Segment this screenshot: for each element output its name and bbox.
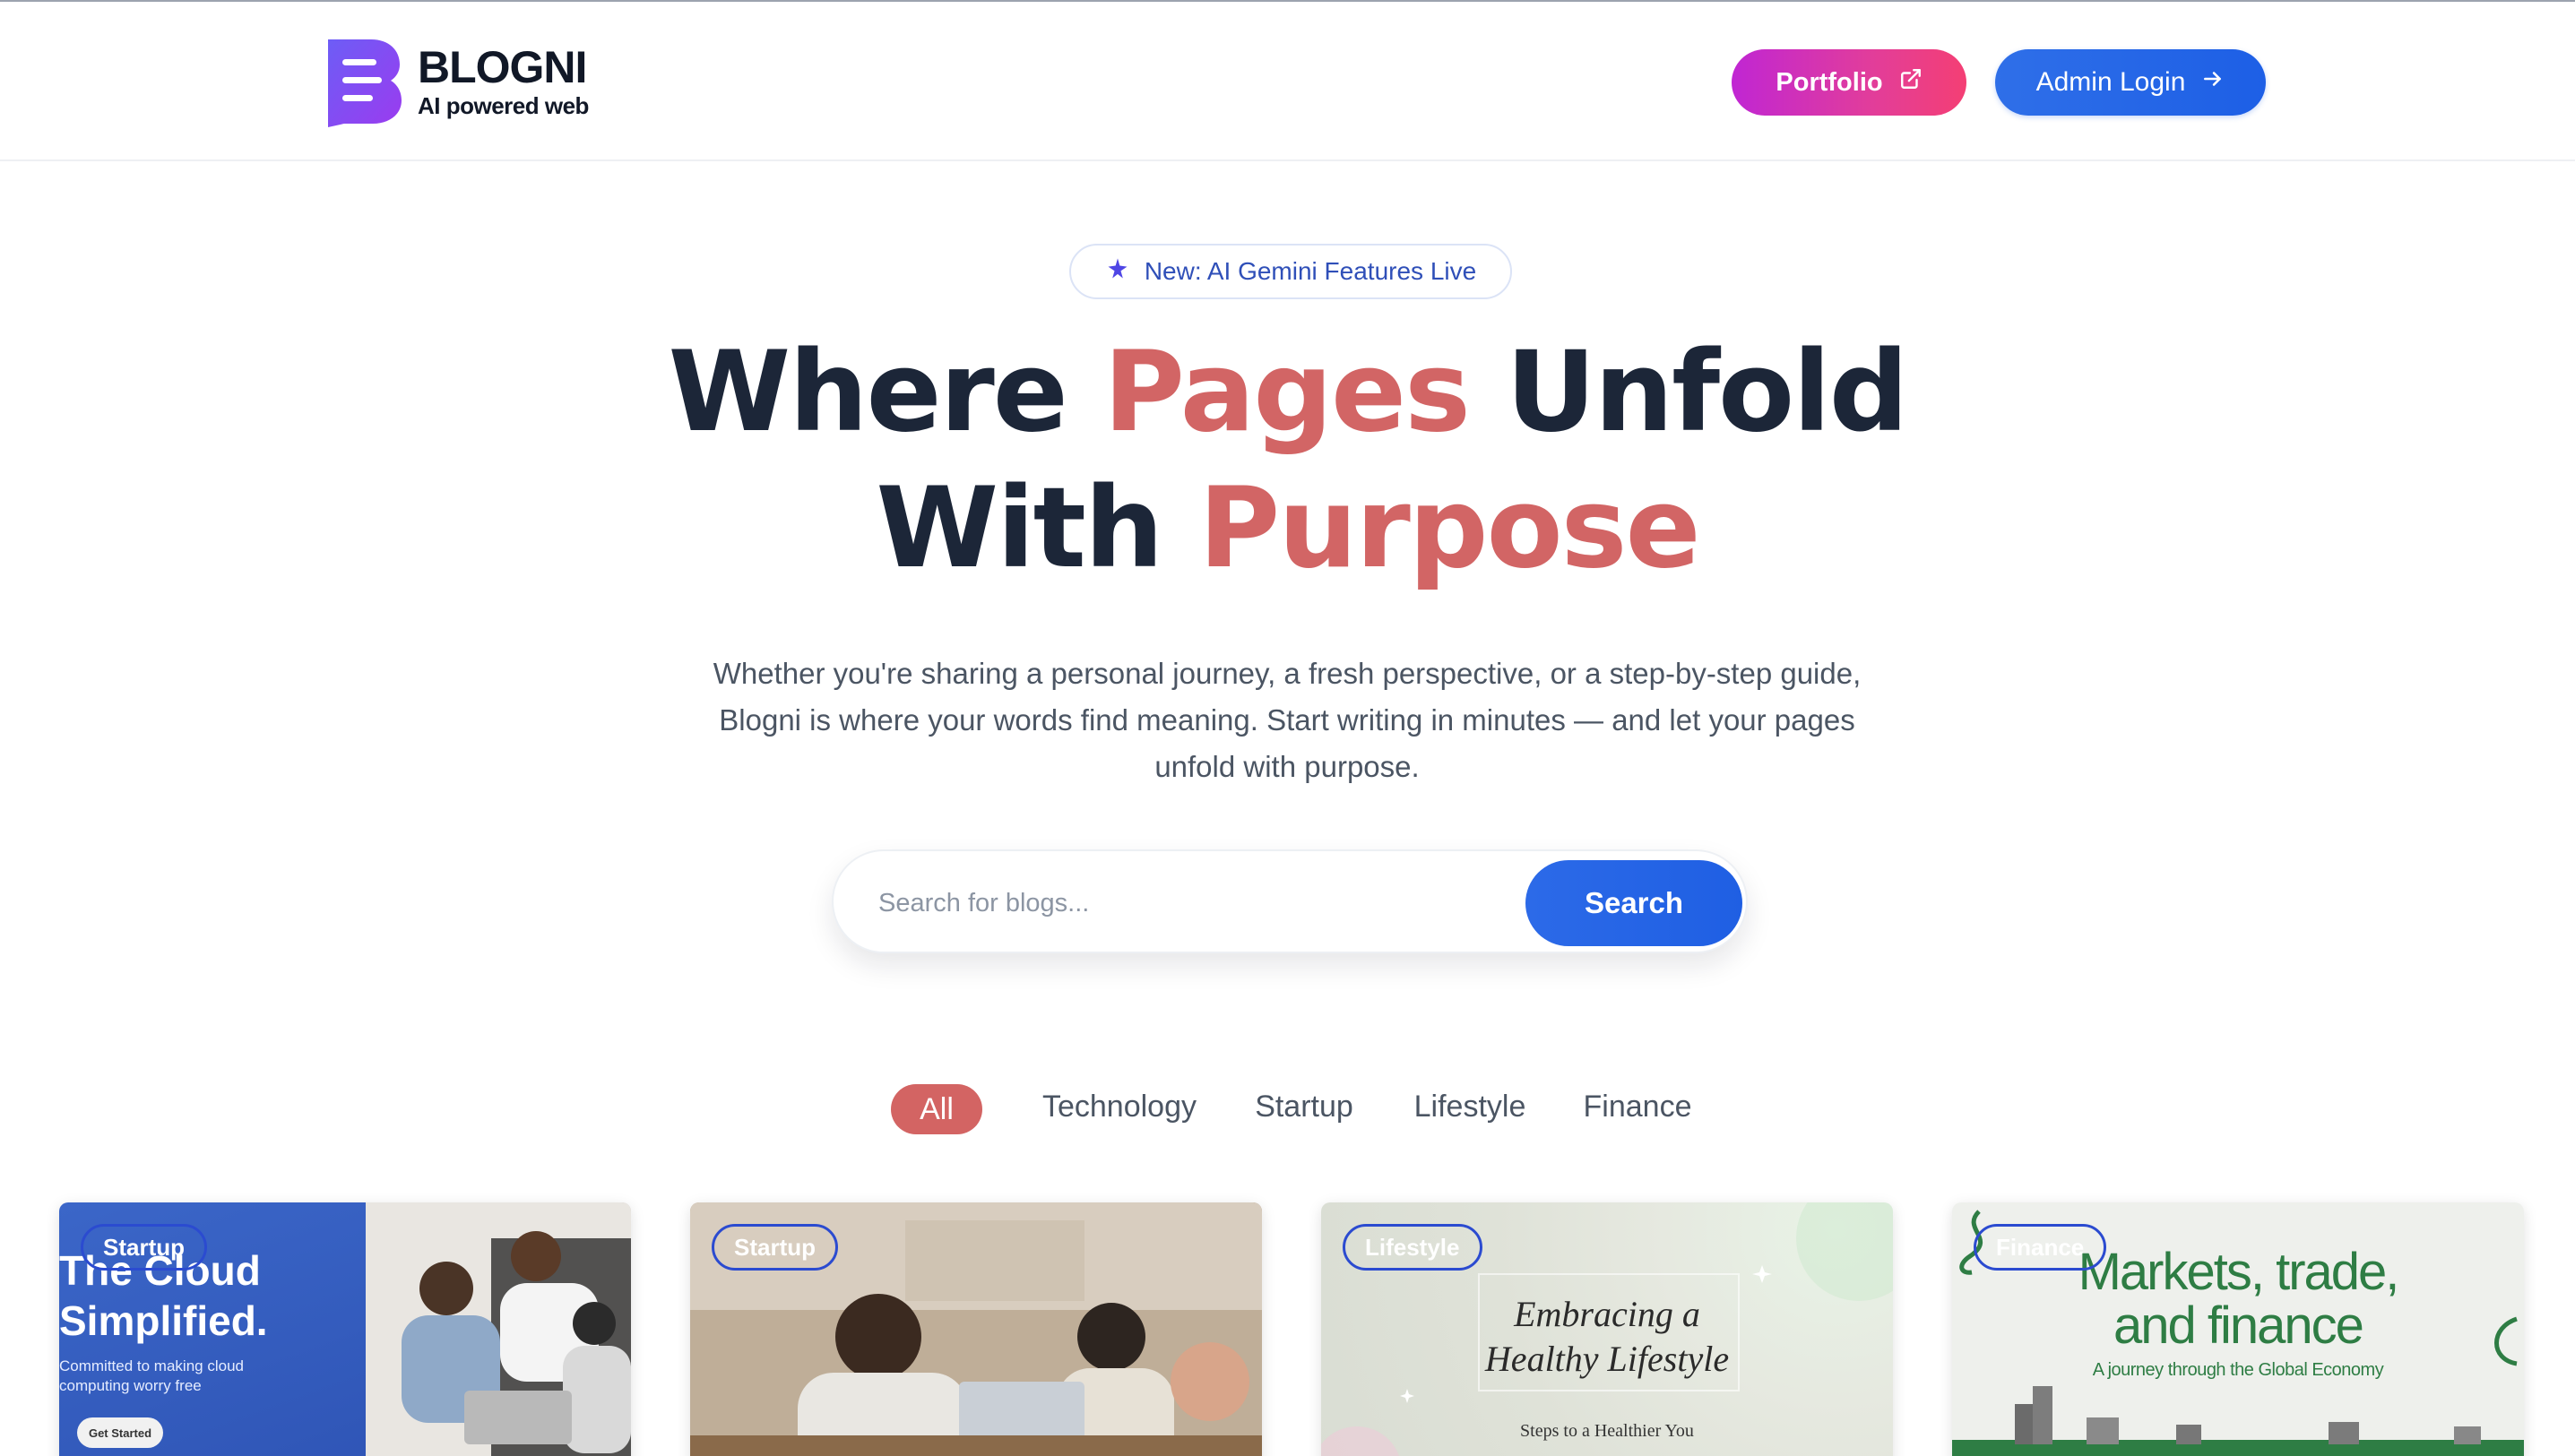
- portfolio-label: Portfolio: [1776, 67, 1883, 97]
- search-input[interactable]: [878, 878, 1506, 928]
- category-tabs: All Technology Startup Lifestyle Finance: [0, 1081, 2575, 1134]
- card-category-badge: Finance: [1974, 1224, 2107, 1271]
- sparkle-icon: [1105, 256, 1130, 288]
- hero-title: Where Pages Unfold With Purpose: [0, 324, 2575, 597]
- card-image-subtitle: Steps to a Healthier You: [1520, 1421, 1694, 1441]
- hero-title-word: Unfold: [1468, 328, 1908, 457]
- portfolio-button[interactable]: Portfolio: [1732, 49, 1966, 116]
- blog-card[interactable]: Embracing a Healthy Lifestyle Steps to a…: [1321, 1202, 1893, 1456]
- brand-logo[interactable]: BLOGNI AI powered web: [324, 36, 589, 127]
- hero-subtitle-line: Whether you're sharing a personal journe…: [713, 657, 1862, 690]
- admin-login-label: Admin Login: [2035, 67, 2186, 97]
- card-image-title-line: Embracing a: [1514, 1294, 1700, 1334]
- card-image-title-line: Simplified.: [59, 1297, 268, 1344]
- card-category-badge: Startup: [81, 1224, 207, 1271]
- blog-card[interactable]: Startup: [690, 1202, 1262, 1456]
- search-button[interactable]: Search: [1525, 860, 1742, 946]
- announcement-text: New: AI Gemini Features Live: [1144, 257, 1477, 285]
- tab-finance[interactable]: Finance: [1579, 1081, 1696, 1133]
- card-image-title-line: Markets, trade,: [2078, 1243, 2400, 1301]
- brand-tagline: AI powered web: [418, 92, 589, 119]
- hero-subtitle-line: unfold with purpose.: [1154, 750, 1420, 783]
- hero-title-word: Where: [668, 328, 1104, 457]
- blogni-logo-icon: [324, 36, 402, 127]
- tab-lifestyle[interactable]: Lifestyle: [1407, 1081, 1533, 1133]
- blog-card[interactable]: The Cloud Simplified. Committed to makin…: [59, 1202, 631, 1456]
- external-link-icon: [1899, 67, 1923, 98]
- hero-subtitle-line: Blogni is where your words find meaning.…: [719, 703, 1855, 737]
- card-image-subtitle-line: Committed to making cloud: [59, 1357, 244, 1374]
- card-image-subtitle-line: computing worry free: [59, 1377, 202, 1394]
- tab-startup[interactable]: Startup: [1251, 1081, 1357, 1133]
- search-bar: Search: [832, 849, 1748, 953]
- blog-card[interactable]: Markets, trade, and finance A journey th…: [1952, 1202, 2524, 1456]
- team-photo: [366, 1202, 631, 1456]
- card-image-title-line: Healthy Lifestyle: [1484, 1339, 1730, 1379]
- card-image-subtitle: Committed to making cloud computing worr…: [59, 1357, 292, 1396]
- tab-all[interactable]: All: [891, 1084, 982, 1134]
- card-image-subtitle: A journey through the Global Economy: [2092, 1360, 2384, 1380]
- card-image-title-line: and finance: [2113, 1297, 2364, 1355]
- announcement-badge[interactable]: New: AI Gemini Features Live: [1069, 244, 1512, 299]
- hero-title-accent: Pages: [1103, 328, 1471, 457]
- site-header: BLOGNI AI powered web Portfolio Admin Lo…: [0, 2, 2575, 161]
- card-image-cta: Get Started: [77, 1417, 163, 1448]
- admin-login-button[interactable]: Admin Login: [1995, 49, 2266, 116]
- tab-technology[interactable]: Technology: [1036, 1081, 1203, 1133]
- hero-title-accent: Purpose: [1198, 464, 1700, 593]
- hero-title-word: With: [876, 464, 1199, 593]
- brand-name: BLOGNI: [418, 42, 587, 92]
- card-category-badge: Lifestyle: [1343, 1224, 1482, 1271]
- arrow-right-icon: [2201, 67, 2225, 98]
- card-image-title: Embracing a Healthy Lifestyle: [1321, 1292, 1893, 1382]
- card-category-badge: Startup: [712, 1224, 838, 1271]
- hero-subtitle: Whether you're sharing a personal journe…: [642, 650, 1932, 790]
